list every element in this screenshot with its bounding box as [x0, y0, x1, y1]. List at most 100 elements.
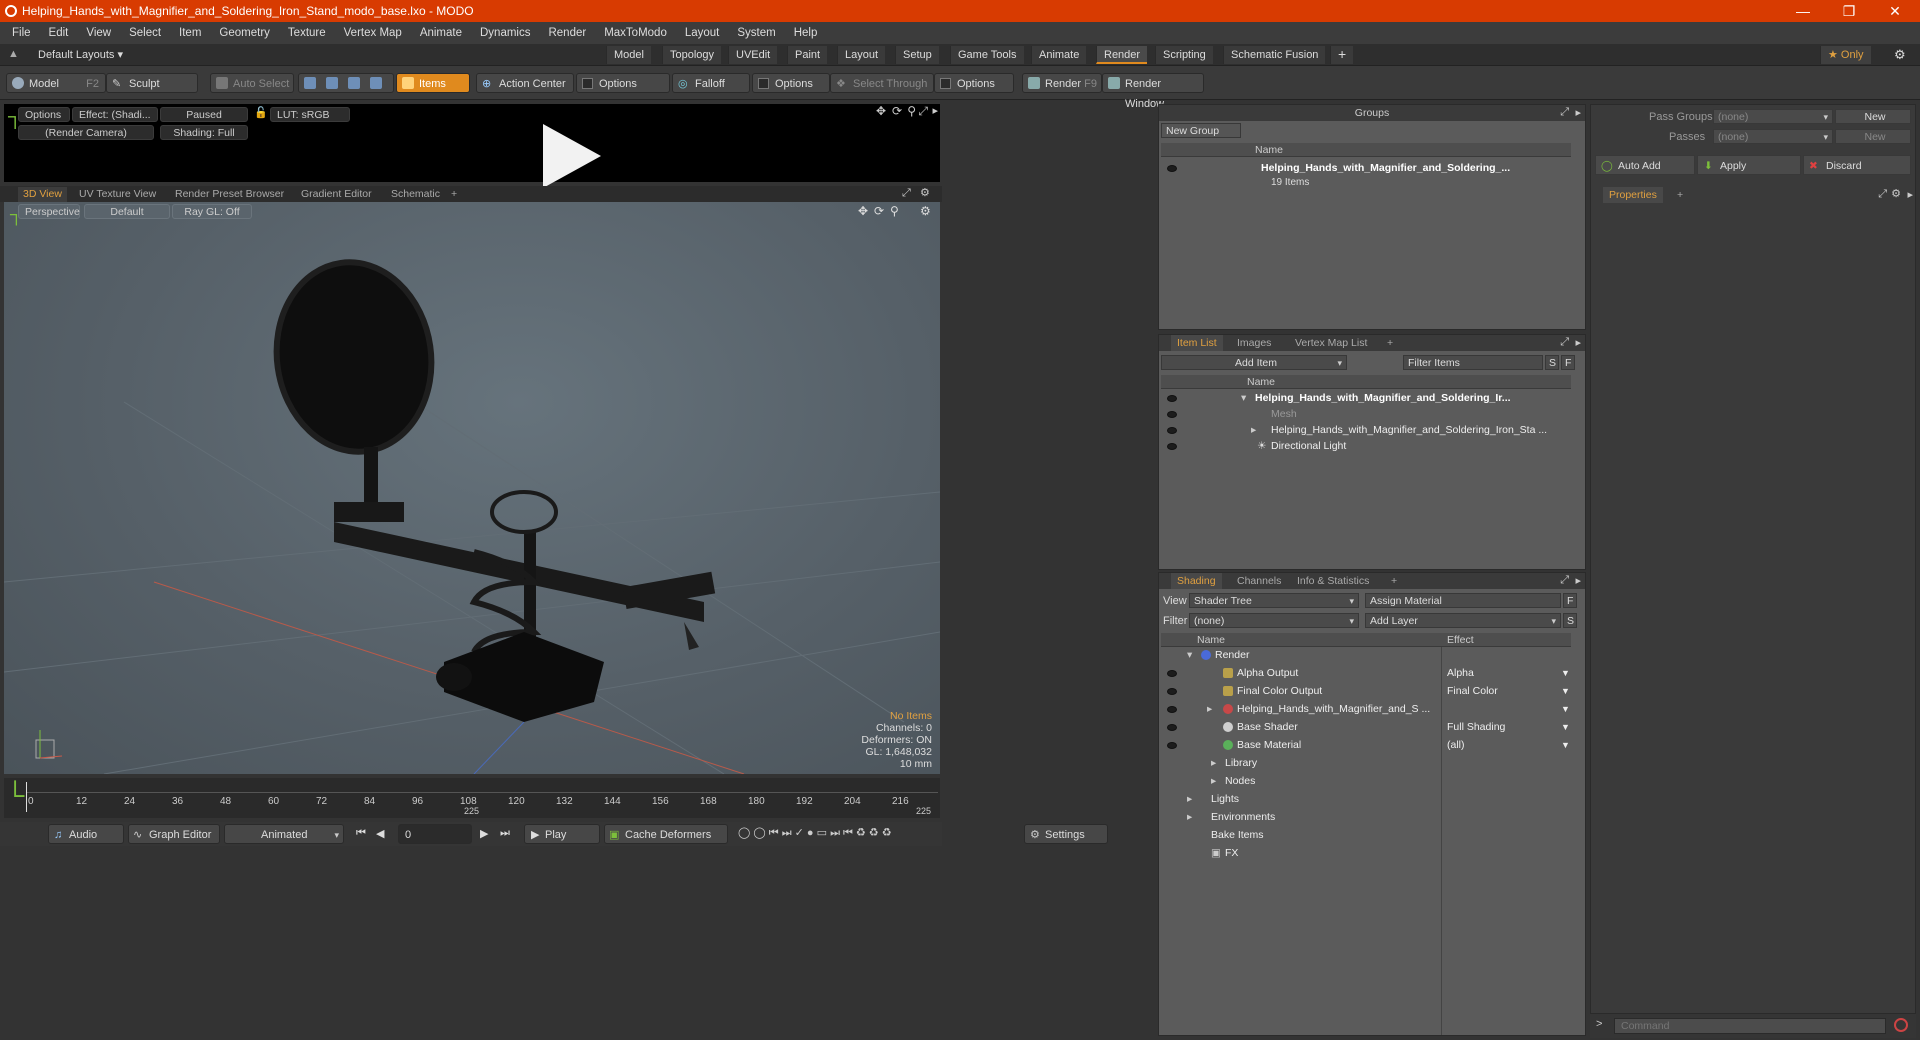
tab-topology[interactable]: Topology [662, 46, 722, 64]
expand-arrow-icon[interactable]: ▸ [1187, 810, 1192, 825]
options-checkbox[interactable] [758, 78, 769, 89]
lut-dropdown[interactable]: LUT: sRGB [270, 107, 350, 122]
expand-arrow-icon[interactable]: ▸ [1207, 702, 1212, 717]
expand-arrow-icon[interactable]: ▸ [1187, 792, 1192, 807]
menu-vertex-map[interactable]: Vertex Map [335, 22, 411, 44]
tab-schematic[interactable]: Schematic [386, 187, 445, 202]
discard-button[interactable]: ✖ Discard [1803, 155, 1911, 175]
model-mode-button[interactable]: Model F2 [6, 73, 106, 93]
shader-row-base-material[interactable]: Base Material (all) ▼ [1161, 738, 1571, 753]
render-preview-viewport[interactable]: ┐ Options Effect: (Shadi... Paused 🔓 LUT… [4, 104, 940, 182]
action-center-button[interactable]: ⊕ Action Center [476, 73, 574, 93]
cache-deformers-button[interactable]: ▣ Cache Deformers [604, 824, 728, 844]
passes-dropdown[interactable]: (none) [1713, 129, 1833, 145]
viewport-expand-icon[interactable]: ⤢ [902, 187, 911, 200]
visibility-icon[interactable] [1167, 670, 1177, 677]
add-layer-dropdown[interactable]: Add Layer [1365, 613, 1561, 629]
menu-animate[interactable]: Animate [411, 22, 471, 44]
expand-arrow-icon[interactable]: ▸ [1251, 423, 1256, 438]
new-group-button[interactable]: New Group [1161, 123, 1241, 138]
filter-f-button[interactable]: F [1561, 355, 1575, 370]
tab-vertex-map-list[interactable]: Vertex Map List [1289, 335, 1373, 351]
effect-dropdown-arrow[interactable]: ▼ [1561, 720, 1570, 735]
auto-select-button[interactable]: Auto Select [210, 73, 294, 93]
tab-3d-view[interactable]: 3D View [18, 187, 67, 202]
tab-paint[interactable]: Paint [787, 46, 828, 64]
previous-key-icon[interactable]: ◀ [376, 827, 384, 840]
preview-effect-dropdown[interactable]: Effect: (Shadi... [72, 107, 158, 122]
menu-select[interactable]: Select [120, 22, 170, 44]
action-center-options-button[interactable]: Options [576, 73, 670, 93]
menu-dynamics[interactable]: Dynamics [471, 22, 539, 44]
visibility-icon[interactable] [1167, 443, 1177, 450]
tab-channels[interactable]: Channels [1231, 573, 1287, 589]
command-input[interactable] [1614, 1018, 1886, 1034]
effect-dropdown-arrow[interactable]: ▼ [1561, 684, 1570, 699]
visibility-icon[interactable] [1167, 165, 1177, 172]
maximize-icon[interactable]: ⤢ [918, 104, 928, 119]
render-camera-dropdown[interactable]: (Render Camera) [18, 125, 154, 140]
expand-icon[interactable]: ⤢ [1560, 106, 1569, 119]
3d-viewport[interactable]: ┐ Perspective Default Ray GL: Off ✥ ⟳ ⚲ … [4, 202, 940, 774]
menu-edit[interactable]: Edit [40, 22, 78, 44]
materials-mode-icon[interactable] [370, 77, 382, 89]
tab-layout[interactable]: Layout [837, 46, 886, 64]
new-pass-group-button[interactable]: New [1835, 109, 1911, 124]
auto-add-button[interactable]: ◯ Auto Add [1595, 155, 1695, 175]
options-checkbox[interactable] [582, 78, 593, 89]
shader-row-environments[interactable]: ▸ Environments [1161, 810, 1571, 825]
item-row-mesh[interactable]: Mesh [1161, 407, 1571, 422]
tab-uv-texture-view[interactable]: UV Texture View [74, 187, 161, 202]
animated-dropdown[interactable]: Animated [224, 824, 344, 845]
menu-help[interactable]: Help [785, 22, 827, 44]
shader-row-base-shader[interactable]: Base Shader Full Shading ▼ [1161, 720, 1571, 735]
falloff-options-button[interactable]: Options [752, 73, 830, 93]
menu-layout[interactable]: Layout [676, 22, 729, 44]
visibility-icon[interactable] [1167, 427, 1177, 434]
menu-item[interactable]: Item [170, 22, 210, 44]
only-toggle[interactable]: ★ Only [1820, 46, 1871, 64]
default-layouts-dropdown[interactable]: Default Layouts ▾ [38, 48, 123, 61]
visibility-icon[interactable] [1167, 688, 1177, 695]
menu-system[interactable]: System [728, 22, 784, 44]
tab-shading[interactable]: Shading [1171, 573, 1222, 589]
restore-icon[interactable]: ❐ [1826, 0, 1872, 22]
tab-setup[interactable]: Setup [895, 46, 939, 64]
filter-s-button[interactable]: S [1545, 355, 1559, 370]
shading-s-button[interactable]: S [1563, 613, 1577, 628]
render-button[interactable]: Render F9 [1022, 73, 1102, 93]
menu-render[interactable]: Render [539, 22, 595, 44]
menu-view[interactable]: View [77, 22, 120, 44]
effect-dropdown-arrow[interactable]: ▼ [1561, 666, 1570, 681]
expand-icon[interactable]: ⤢ [1560, 574, 1569, 587]
shading-dropdown[interactable]: Shading: Full [160, 125, 248, 140]
record-icon[interactable] [1894, 1018, 1908, 1032]
expand-arrow-icon[interactable]: ▾ [1241, 391, 1246, 406]
new-pass-button[interactable]: New [1835, 129, 1911, 144]
visibility-icon[interactable] [1167, 395, 1177, 402]
minimize-icon[interactable]: — [1780, 0, 1826, 22]
menu-maxtomodo[interactable]: MaxToModo [595, 22, 676, 44]
tab-schematic-fusion[interactable]: Schematic Fusion [1223, 46, 1326, 64]
visibility-icon[interactable] [1167, 706, 1177, 713]
current-frame-input[interactable]: 0 [398, 824, 472, 844]
render-window-button[interactable]: Render Window [1102, 73, 1204, 110]
add-item-dropdown[interactable]: Add Item [1161, 355, 1347, 371]
key-tools-icons[interactable]: ◯ ◯ ⏮ ⏭ ✓ ● ▭ ⏭ ⏮ ♻ ♻ ♻ [738, 826, 892, 840]
tab-uvedit[interactable]: UVEdit [728, 46, 778, 64]
tab-game-tools[interactable]: Game Tools [950, 46, 1024, 64]
preview-menu-icon[interactable]: ▸ [932, 104, 938, 117]
layout-arrow-icon[interactable]: ▲ [8, 48, 19, 60]
view-dropdown[interactable]: Shader Tree [1189, 593, 1359, 609]
pass-groups-dropdown[interactable]: (none) [1713, 109, 1833, 125]
go-to-start-icon[interactable]: ⏮ [356, 827, 366, 840]
add-panel-tab-button[interactable]: + [1385, 573, 1403, 589]
preview-paused-button[interactable]: Paused [160, 107, 248, 122]
audio-button[interactable]: ♫ Audio [48, 824, 124, 844]
close-icon[interactable]: ✕ [1872, 0, 1918, 22]
rotate-icon[interactable]: ⟳ [892, 104, 902, 118]
shader-row-render[interactable]: ▾ Render [1161, 648, 1571, 663]
falloff-button[interactable]: ◎ Falloff [672, 73, 750, 93]
panel-menu-icon[interactable]: ▸ [1575, 106, 1581, 119]
tab-animate[interactable]: Animate [1031, 46, 1087, 64]
